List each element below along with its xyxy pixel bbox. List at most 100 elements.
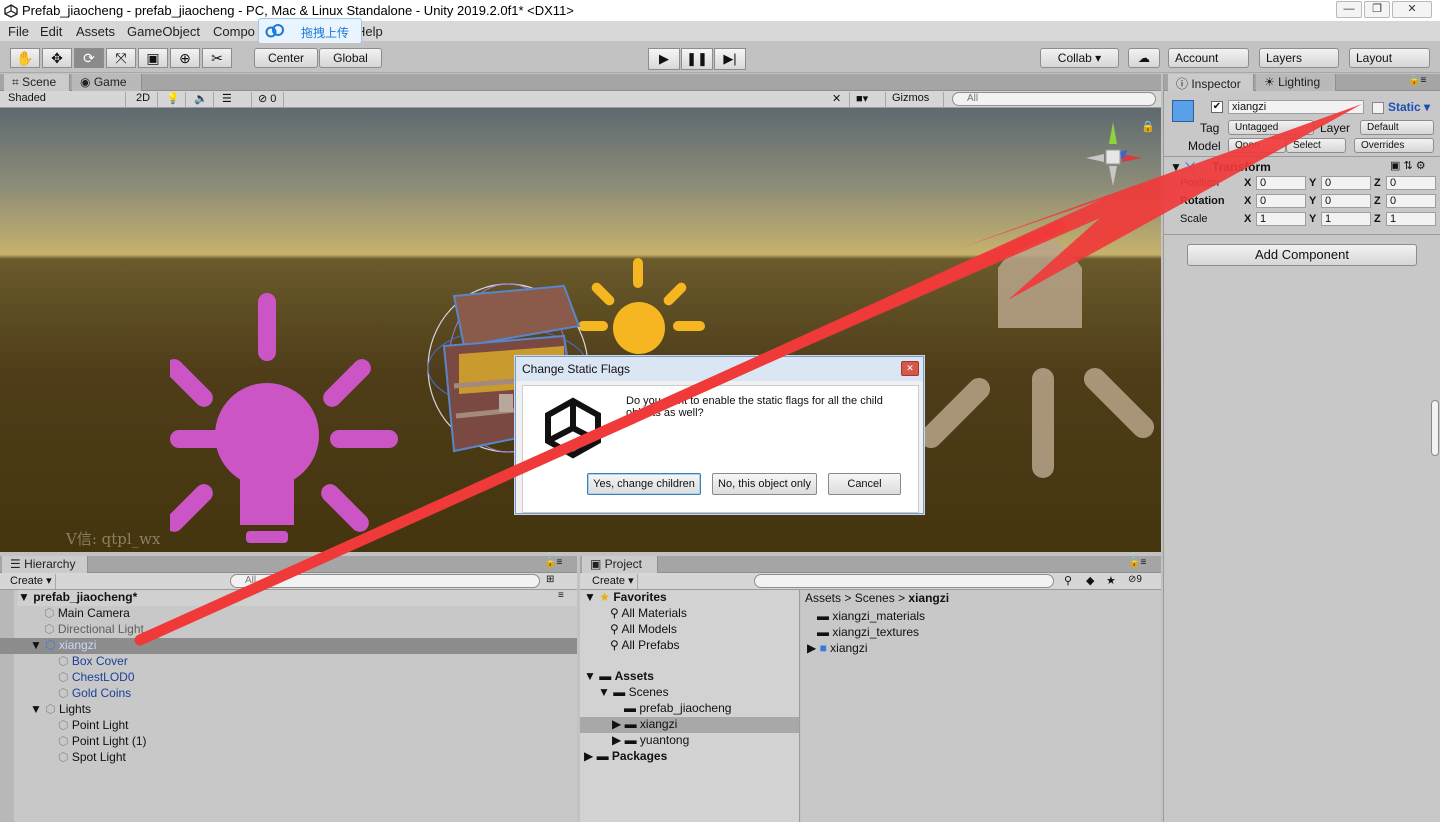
breadcrumb-item[interactable]: Assets [805, 591, 841, 605]
tab-inspector[interactable]: ⓘ Inspector [1168, 74, 1254, 91]
favorite-item[interactable]: ⚲ All Prefabs [610, 638, 680, 654]
expand-arrow-icon[interactable]: ▼ [30, 702, 45, 716]
hierarchy-create-dropdown[interactable]: Create ▾ [6, 574, 56, 589]
lock-icon[interactable]: 🔒 [1141, 120, 1155, 133]
hierarchy-item[interactable]: ⬡ ChestLOD0 [0, 670, 577, 686]
open-button[interactable]: Open [1228, 138, 1286, 153]
inspector-lock-icon[interactable]: 🔒≡ [1408, 75, 1426, 86]
breadcrumb-item[interactable]: xiangzi [908, 591, 949, 605]
shading-mode-dropdown[interactable]: Shaded [4, 92, 126, 107]
transform-header[interactable]: ▼ ⤫ Transform [1170, 160, 1271, 175]
tab-project[interactable]: ▣ Project [582, 556, 658, 573]
favorite-item[interactable]: ⚲ All Models [610, 622, 677, 638]
folder-row[interactable]: ▶ ▬ yuantong [612, 733, 689, 749]
hierarchy-item[interactable]: ▼ ⬡ xiangzi [0, 638, 577, 654]
hierarchy-lock-icon[interactable]: 🔒≡ [544, 557, 562, 568]
audio-toggle-icon[interactable]: 🔈 [190, 92, 214, 107]
add-component-button[interactable]: Add Component [1187, 244, 1417, 266]
static-checkbox[interactable] [1372, 102, 1384, 114]
account-dropdown[interactable]: Account [1168, 48, 1249, 68]
yes-change-children-button[interactable]: Yes, change children [587, 473, 701, 495]
hand-tool-icon[interactable]: ✋ [10, 48, 40, 68]
layer-dropdown[interactable]: Default [1360, 120, 1434, 135]
collab-button[interactable]: Collab ▾ [1040, 48, 1119, 68]
pause-button[interactable]: ❚❚ [681, 48, 713, 70]
hierarchy-item[interactable]: ⬡ Directional Light [0, 622, 577, 638]
scenes-folder-row[interactable]: ▼ ▬ Scenes [598, 685, 669, 701]
hierarchy-item[interactable]: ⬡ Point Light [0, 718, 577, 734]
step-button[interactable]: ▶| [714, 48, 746, 70]
project-search-input[interactable] [754, 574, 1054, 588]
pivot-center-button[interactable]: Center [254, 48, 318, 68]
scene-visibility-icon[interactable]: ⊞ [546, 574, 554, 585]
gizmos-dropdown[interactable]: Gizmos [888, 92, 944, 107]
rotation-z-field[interactable]: 0 [1386, 194, 1436, 208]
hierarchy-item[interactable]: ⬡ Spot Light [0, 750, 577, 766]
tag-dropdown[interactable]: Untagged [1228, 120, 1314, 135]
scale-z-field[interactable]: 1 [1386, 212, 1436, 226]
hierarchy-item[interactable]: ⬡ Point Light (1) [0, 734, 577, 750]
hierarchy-search-input[interactable]: All [230, 574, 540, 588]
breadcrumb-item[interactable]: Scenes [855, 591, 895, 605]
favorite-star-icon[interactable]: ★ [1106, 574, 1116, 587]
tab-game[interactable]: ◉ Game [72, 74, 142, 91]
transform-tool-icon[interactable]: ⊕ [170, 48, 200, 68]
scene-orientation-gizmo-icon[interactable] [1080, 120, 1146, 190]
expand-arrow-icon[interactable]: ▼ [30, 638, 45, 652]
scale-tool-icon[interactable]: ⤧ [106, 48, 136, 68]
position-x-field[interactable]: 0 [1256, 176, 1306, 190]
scene-search-input[interactable]: All [952, 92, 1156, 106]
dialog-close-button[interactable]: ✕ [901, 361, 919, 376]
menu-file[interactable]: File [8, 24, 29, 39]
layers-dropdown[interactable]: Layers [1259, 48, 1339, 68]
filter-by-label-icon[interactable]: ◆ [1086, 574, 1094, 587]
no-this-object-only-button[interactable]: No, this object only [712, 473, 817, 495]
rotation-y-field[interactable]: 0 [1321, 194, 1371, 208]
cancel-button[interactable]: Cancel [828, 473, 901, 495]
menu-gameobject[interactable]: GameObject [127, 24, 200, 39]
effects-toggle-icon[interactable]: ☰ [218, 92, 252, 107]
scale-x-field[interactable]: 1 [1256, 212, 1306, 226]
tab-scene[interactable]: ⌗ Scene [4, 74, 70, 91]
maximize-button[interactable]: ❐ [1364, 1, 1390, 18]
camera-icon[interactable]: ■▾ [852, 92, 886, 107]
2d-toggle[interactable]: 2D [132, 92, 158, 107]
hidden-objects-counter[interactable]: ⊘ 0 [254, 92, 284, 107]
object-name-field[interactable]: xiangzi [1228, 100, 1364, 114]
move-tool-icon[interactable]: ✥ [42, 48, 72, 68]
static-dropdown[interactable]: Static ▾ [1388, 100, 1430, 114]
hierarchy-item[interactable]: ⬡ Main Camera [0, 606, 577, 622]
folder-row-selected[interactable]: ▶ ▬ xiangzi [580, 717, 799, 733]
scene-menu-icon[interactable]: ≡ [558, 590, 564, 601]
packages-row[interactable]: ▶ ▬ Packages [584, 749, 667, 765]
tab-hierarchy[interactable]: ☰ Hierarchy [2, 556, 88, 573]
project-lock-icon[interactable]: 🔒≡ [1128, 557, 1146, 568]
hidden-packages-counter[interactable]: ⊘9 [1128, 574, 1142, 585]
menu-component[interactable]: Compo [213, 24, 255, 39]
assets-row[interactable]: ▼ ▬ Assets [584, 669, 654, 685]
position-y-field[interactable]: 0 [1321, 176, 1371, 190]
scene-root-row[interactable]: ▼ prefab_jiaocheng* ≡ [18, 590, 577, 606]
asset-model-row[interactable]: ▶ ■ xiangzi [807, 641, 868, 657]
play-button[interactable]: ▶ [648, 48, 680, 70]
cloud-button[interactable]: ☁ [1128, 48, 1160, 68]
select-button[interactable]: Select [1286, 138, 1346, 153]
menu-assets[interactable]: Assets [76, 24, 115, 39]
lighting-toggle-icon[interactable]: 💡 [162, 92, 186, 107]
upload-widget[interactable]: 拖拽上传 [258, 18, 362, 44]
component-settings-icon[interactable]: ▣ ⇅ ⚙ [1390, 159, 1426, 172]
tools-icon[interactable]: ✕ [828, 92, 850, 107]
project-create-dropdown[interactable]: Create ▾ [588, 574, 638, 589]
pivot-global-button[interactable]: Global [319, 48, 382, 68]
overrides-dropdown[interactable]: Overrides [1354, 138, 1434, 153]
menu-edit[interactable]: Edit [40, 24, 62, 39]
position-z-field[interactable]: 0 [1386, 176, 1436, 190]
tab-lighting[interactable]: ☀ Lighting [1256, 74, 1336, 91]
asset-folder-row[interactable]: ▬ xiangzi_textures [817, 625, 919, 641]
folder-row[interactable]: ▬ prefab_jiaocheng [624, 701, 731, 717]
hierarchy-item[interactable]: ▼ ⬡ Lights [0, 702, 577, 718]
scale-y-field[interactable]: 1 [1321, 212, 1371, 226]
hierarchy-item[interactable]: ⬡ Box Cover [0, 654, 577, 670]
inspector-scrollbar[interactable] [1431, 400, 1439, 456]
custom-tool-icon[interactable]: ✂ [202, 48, 232, 68]
